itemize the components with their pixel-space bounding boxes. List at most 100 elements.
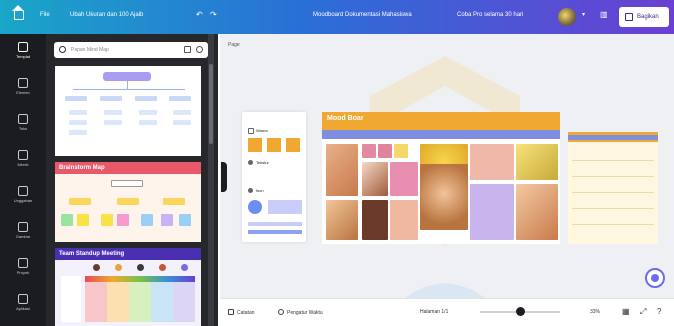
timer-button[interactable]: Pengatur Waktu xyxy=(278,309,323,316)
rail-item-templates[interactable]: Templat xyxy=(0,40,46,68)
redo-icon[interactable]: ↷ xyxy=(210,10,217,19)
document-title[interactable]: Moodboard Dokumentasi Mahasiswa xyxy=(313,12,412,18)
search-input[interactable]: Papan Mind Map xyxy=(54,42,208,58)
app-root: File Ubah Ukuran dan 100 Ajaib ↶ ↷ Moodb… xyxy=(0,0,674,326)
mindmap-leaf xyxy=(139,120,157,125)
sticky-note xyxy=(141,214,153,226)
share-label: Bagikan xyxy=(637,14,659,20)
upgrade-link[interactable]: Coba Pro selama 30 hari xyxy=(457,12,523,18)
mindmap-connector xyxy=(127,81,128,89)
mindmap-node xyxy=(100,96,122,101)
help-question-icon[interactable]: ? xyxy=(657,307,661,316)
help-button[interactable] xyxy=(645,268,665,288)
chevron-down-icon[interactable]: ▾ xyxy=(582,11,585,18)
sticky-note xyxy=(117,198,139,205)
template-icon xyxy=(18,42,28,52)
rail-item-label: Merek xyxy=(17,162,29,167)
moodboard-title[interactable]: Mood Boar xyxy=(322,112,560,132)
share-button[interactable]: Bagikan xyxy=(619,7,669,27)
mindmap-leaf xyxy=(173,110,191,115)
notes-button[interactable]: Catatan xyxy=(228,309,255,316)
zoom-level[interactable]: 33% xyxy=(590,309,600,315)
rail-item-brand[interactable]: Merek xyxy=(0,148,46,176)
palette-card[interactable]: Warna Tekstur Ikon xyxy=(242,112,306,242)
rail-item-label: Aplikasi xyxy=(16,306,30,311)
rail-item-apps[interactable]: Aplikasi xyxy=(0,292,46,320)
left-rail: Templat Elemen Teks Merek Unggahan Gamba… xyxy=(0,34,46,326)
sticky-note xyxy=(69,198,91,205)
mindmap-leaf xyxy=(69,130,87,135)
mindmap-leaf xyxy=(104,120,122,125)
photo-tile[interactable] xyxy=(362,200,388,240)
rail-item-draw[interactable]: Gambar xyxy=(0,220,46,248)
photo-tile[interactable] xyxy=(470,144,514,180)
filter-icon[interactable] xyxy=(184,46,191,53)
timer-icon xyxy=(278,309,284,315)
resize-button[interactable]: Ubah Ukuran dan 100 Ajaib xyxy=(70,12,143,18)
icon-section-icon xyxy=(248,188,253,193)
photo-tile[interactable] xyxy=(516,184,558,240)
icon-circle xyxy=(248,200,262,214)
template-card-standup[interactable]: Team Standup Meeting xyxy=(55,248,201,326)
texture-icon xyxy=(248,160,253,165)
zoom-slider-knob[interactable] xyxy=(516,307,525,316)
photo-tile[interactable] xyxy=(362,162,388,196)
mindmap-root-node xyxy=(103,72,151,81)
sticky-note xyxy=(163,198,185,205)
template-card-mindmap[interactable] xyxy=(55,66,201,156)
grid-view-icon[interactable]: ▦ xyxy=(622,307,630,316)
file-menu[interactable]: File xyxy=(40,12,50,18)
rail-item-projects[interactable]: Proyek xyxy=(0,256,46,284)
template-card-brainstorm[interactable]: Brainstorm Map xyxy=(55,162,201,242)
page-count[interactable]: Halaman 1/1 xyxy=(420,309,448,315)
color-tile xyxy=(470,184,514,240)
mindmap-node xyxy=(65,96,87,101)
top-bar: File Ubah Ukuran dan 100 Ajaib ↶ ↷ Moodb… xyxy=(0,0,674,34)
card-label: Ikon xyxy=(256,188,264,193)
side-page-row xyxy=(572,192,654,193)
avatar[interactable] xyxy=(558,8,576,26)
rail-item-label: Templat xyxy=(15,54,30,59)
mindmap-leaf xyxy=(69,120,87,125)
moodboard-subtitle xyxy=(322,130,560,139)
rail-item-text[interactable]: Teks xyxy=(0,112,46,140)
bottom-bar: Catatan Pengatur Waktu Halaman 1/1 33% ▦… xyxy=(220,298,674,326)
sticky-note xyxy=(179,214,191,226)
rail-item-label: Proyek xyxy=(16,270,30,275)
chart-icon[interactable]: ▥ xyxy=(600,10,608,19)
scroll-thumb[interactable] xyxy=(209,64,213,144)
standup-grid xyxy=(85,276,195,322)
photo-tile[interactable] xyxy=(516,144,558,180)
rail-item-label: Elemen xyxy=(16,90,30,95)
standup-row-labels xyxy=(61,276,81,322)
draw-icon xyxy=(18,222,28,232)
photo-tile[interactable] xyxy=(420,164,468,230)
home-icon[interactable] xyxy=(12,5,24,20)
undo-icon[interactable]: ↶ xyxy=(196,10,203,19)
photo-tile[interactable] xyxy=(390,200,418,240)
brainstorm-center xyxy=(111,180,143,187)
projects-icon xyxy=(18,258,28,268)
color-swatch xyxy=(248,138,262,152)
settings-icon[interactable] xyxy=(196,46,203,53)
elements-icon xyxy=(18,78,28,88)
mindmap-leaf xyxy=(69,110,87,115)
panel-scrollbar[interactable] xyxy=(208,34,214,326)
zoom-slider[interactable] xyxy=(480,307,560,316)
side-page-row xyxy=(572,224,654,225)
rail-item-elements[interactable]: Elemen xyxy=(0,76,46,104)
mindmap-leaf xyxy=(139,110,157,115)
panel-collapse-handle[interactable] xyxy=(221,162,227,192)
side-page-row xyxy=(572,208,654,209)
help-icon xyxy=(651,274,659,282)
side-page[interactable] xyxy=(568,132,658,244)
rail-item-uploads[interactable]: Unggahan xyxy=(0,184,46,212)
mindmap-connector xyxy=(73,89,185,90)
fullscreen-icon[interactable]: ⤢ xyxy=(640,307,646,317)
color-swatch xyxy=(267,138,281,152)
moodboard-page[interactable]: Mood Boar xyxy=(322,112,560,244)
icon-block xyxy=(268,200,302,214)
photo-tile[interactable] xyxy=(326,200,358,240)
apps-icon xyxy=(18,294,28,304)
photo-tile[interactable] xyxy=(326,144,358,196)
